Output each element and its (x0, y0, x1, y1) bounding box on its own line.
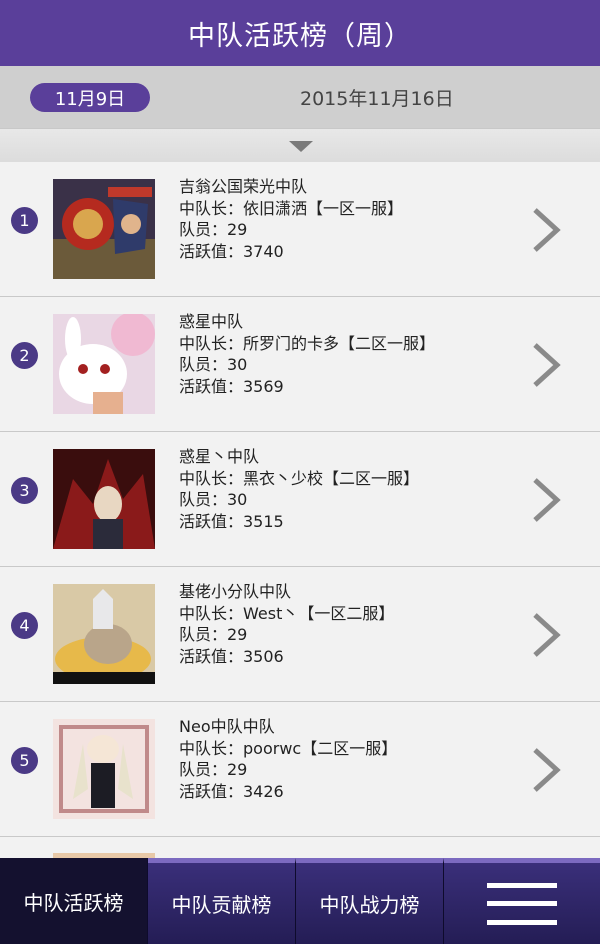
header-bar: 中队活跃榜（周） (0, 0, 600, 66)
rank-badge: 4 (11, 612, 38, 639)
date-range-bar: 11月9日 2015年11月16日 (0, 66, 600, 128)
rank-badge: 1 (11, 207, 38, 234)
list-item[interactable]: 3 惑星丶中队 中队长：黑衣丶少校【二区一服】 队员：30 活跃值：3515 (0, 432, 600, 567)
squad-name: 惑星丶中队 (179, 447, 260, 466)
caret-down-icon (289, 141, 313, 152)
chevron-right-icon (530, 342, 562, 388)
menu-button[interactable] (444, 858, 600, 944)
squad-activity: 活跃值：3740 (179, 241, 284, 261)
list-item[interactable] (0, 837, 600, 858)
squad-avatar (53, 719, 155, 819)
squad-avatar (53, 584, 155, 684)
chevron-right-icon (530, 207, 562, 253)
anime-avatar-icon (53, 719, 155, 819)
list-item[interactable]: 2 惑星中队 中队长：所罗门的卡多【二区一服】 队员：30 活跃值：3569 (0, 297, 600, 432)
end-date-label: 2015年11月16日 (300, 88, 454, 110)
bottom-tab-bar: 中队活跃榜 中队贡献榜 中队战力榜 (0, 858, 600, 944)
squad-members: 队员：30 (179, 355, 248, 374)
hamburger-menu-icon (487, 882, 557, 925)
squad-leader: 中队长：依旧潇洒【一区一服】 (179, 198, 404, 218)
squad-activity: 活跃值：3515 (179, 511, 284, 531)
ranking-list[interactable]: 1 吉翁公国荣光中队 中队长：依旧潇洒【一区一服】 队员：29 活跃值：3740… (0, 162, 600, 858)
squad-activity: 活跃值：3506 (179, 646, 284, 666)
list-item[interactable]: 4 基佬小分队中队 中队长：West丶【一区二服】 队员：29 活跃值：3506 (0, 567, 600, 702)
chevron-right-icon (530, 477, 562, 523)
squad-name: 基佬小分队中队 (179, 582, 292, 601)
squad-avatar (53, 449, 155, 549)
squad-members: 队员：29 (179, 760, 248, 779)
anime-avatar-icon (53, 449, 155, 549)
squad-leader: 中队长：黑衣丶少校【二区一服】 (179, 468, 420, 488)
anime-avatar-icon (53, 314, 155, 414)
start-date-button[interactable]: 11月9日 (30, 83, 150, 112)
squad-name: 惑星中队 (179, 312, 244, 331)
squad-avatar (53, 314, 155, 414)
rank-badge: 2 (11, 342, 38, 369)
squad-avatar (53, 179, 155, 279)
squad-leader: 中队长：West丶【一区二服】 (179, 603, 395, 623)
squad-name: Neo中队中队 (179, 717, 275, 736)
anime-avatar-icon (53, 179, 155, 279)
chevron-right-icon (530, 747, 562, 793)
tab-squad-power[interactable]: 中队战力榜 (296, 858, 444, 944)
squad-members: 队员：30 (179, 490, 248, 509)
squad-name: 吉翁公国荣光中队 (179, 177, 308, 196)
rank-badge: 3 (11, 477, 38, 504)
rank-badge: 5 (11, 747, 38, 774)
tab-squad-contribution[interactable]: 中队贡献榜 (148, 858, 296, 944)
expand-dropdown[interactable] (0, 128, 600, 162)
squad-members: 队员：29 (179, 625, 248, 644)
tab-squad-activity[interactable]: 中队活跃榜 (0, 858, 148, 944)
list-item[interactable]: 5 Neo中队中队 中队长：poorwc【二区一服】 队员：29 活跃值：342… (0, 702, 600, 837)
cat-avatar-icon (53, 584, 155, 684)
squad-activity: 活跃值：3569 (179, 376, 284, 396)
squad-members: 队员：29 (179, 220, 248, 239)
page-title: 中队活跃榜（周） (188, 20, 412, 52)
squad-activity: 活跃值：3426 (179, 781, 284, 801)
chevron-right-icon (530, 612, 562, 658)
squad-leader: 中队长：poorwc【二区一服】 (179, 738, 398, 758)
squad-leader: 中队长：所罗门的卡多【二区一服】 (179, 333, 436, 353)
list-item[interactable]: 1 吉翁公国荣光中队 中队长：依旧潇洒【一区一服】 队员：29 活跃值：3740 (0, 162, 600, 297)
